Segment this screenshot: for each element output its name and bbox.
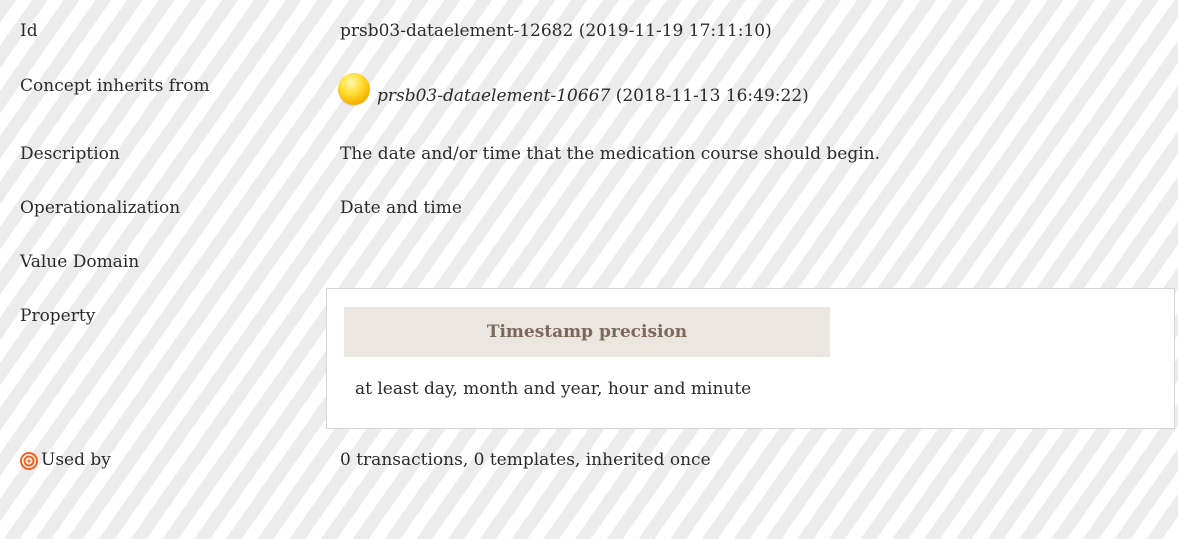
id-value: prsb03-dataelement-12682 (2019-11-19 17:… xyxy=(340,21,772,41)
inherits-link[interactable]: prsb03-dataelement-10667 xyxy=(377,86,610,106)
id-label: Id xyxy=(20,21,38,41)
used-by-value: 0 transactions, 0 templates, inherited o… xyxy=(340,450,711,470)
inherits-value: prsb03-dataelement-10667 (2018-11-13 16:… xyxy=(377,86,809,106)
description-label: Description xyxy=(20,144,120,164)
property-box: Timestamp precision at least day, month … xyxy=(326,288,1175,429)
target-icon xyxy=(20,452,38,470)
used-by-label: Used by xyxy=(41,450,111,470)
value-domain-label: Value Domain xyxy=(20,252,140,272)
inherits-label: Concept inherits from xyxy=(20,76,210,96)
property-label: Property xyxy=(20,306,96,326)
operationalization-value: Date and time xyxy=(340,198,462,218)
yellow-circle-icon xyxy=(338,73,370,105)
description-value: The date and/or time that the medication… xyxy=(340,144,880,164)
operationalization-label: Operationalization xyxy=(20,198,181,218)
property-header: Timestamp precision xyxy=(344,307,830,357)
property-value: at least day, month and year, hour and m… xyxy=(355,379,752,399)
inherits-date: (2018-11-13 16:49:22) xyxy=(610,86,809,106)
